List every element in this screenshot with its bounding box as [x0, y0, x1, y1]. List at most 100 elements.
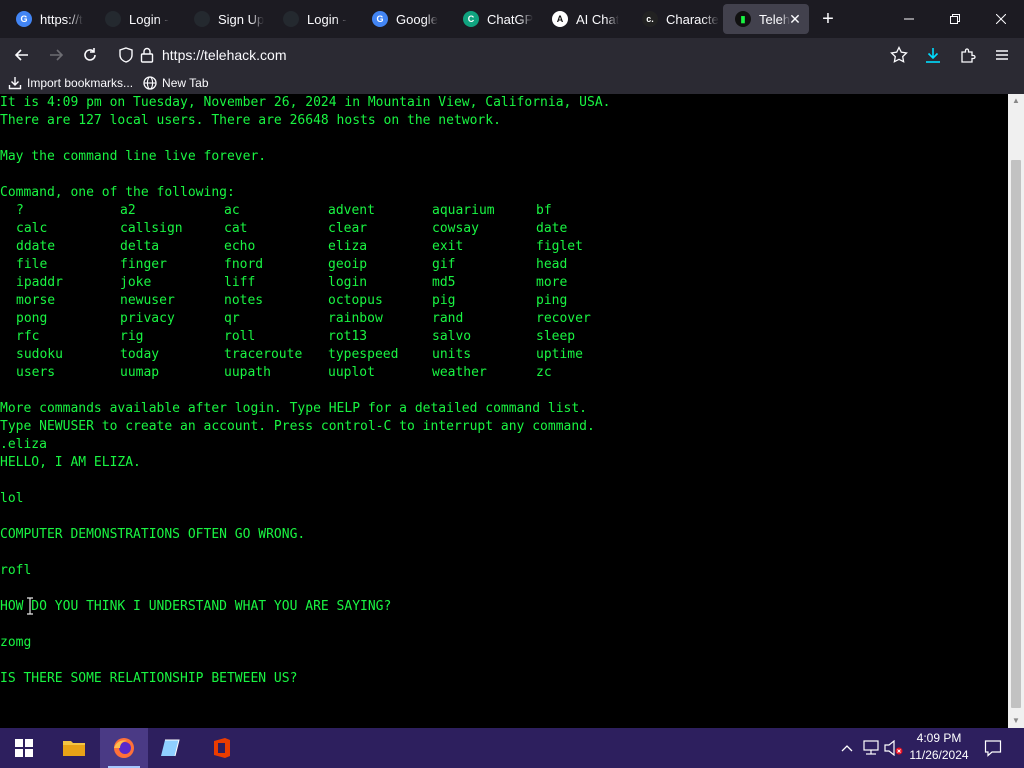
system-clock[interactable]: 4:09 PM 11/26/2024	[905, 730, 973, 766]
scroll-up-arrow-icon[interactable]: ▲	[1008, 94, 1024, 108]
text-cursor-icon	[27, 597, 33, 615]
command-item: figlet	[536, 239, 583, 254]
github-icon	[283, 11, 299, 27]
chevron-up-icon	[841, 745, 853, 752]
command-item: calc	[16, 221, 48, 236]
puzzle-icon	[961, 48, 976, 63]
restore-icon	[950, 14, 960, 24]
restore-button[interactable]	[932, 0, 978, 38]
terminal-line: rofl	[0, 563, 32, 578]
start-button[interactable]	[0, 728, 48, 768]
github-icon	[194, 11, 210, 27]
command-item: units	[432, 347, 472, 362]
office-icon	[214, 738, 230, 758]
bookmark-star-button[interactable]	[885, 41, 913, 69]
command-item: ddate	[16, 239, 56, 254]
volume-button[interactable]	[883, 728, 905, 768]
tab-2[interactable]: Login -	[93, 4, 178, 34]
command-item: pong	[16, 311, 48, 326]
tab-label: Login -	[307, 11, 347, 27]
new-tab-button[interactable]: +	[815, 8, 841, 32]
scroll-down-arrow-icon[interactable]: ▼	[1008, 714, 1024, 728]
arrow-right-icon	[50, 49, 64, 61]
downloads-button[interactable]	[919, 41, 947, 69]
command-item: notes	[224, 293, 264, 308]
tab-label: https://t	[40, 11, 83, 27]
terminal-line: Command, one of the following:	[0, 185, 235, 200]
tab-5[interactable]: G Google	[360, 4, 447, 34]
tab-4[interactable]: Login -	[271, 4, 356, 34]
command-item: gif	[432, 257, 456, 272]
github-icon	[105, 11, 121, 27]
tab-label: Login -	[129, 11, 169, 27]
office-button[interactable]	[198, 728, 246, 768]
tab-label: Characte	[666, 11, 719, 27]
command-item: traceroute	[224, 347, 303, 362]
command-item: roll	[224, 329, 256, 344]
command-item: uuplot	[328, 365, 375, 380]
command-item: aquarium	[432, 203, 495, 218]
clock-date: 11/26/2024	[909, 748, 969, 762]
firefox-taskbar-button[interactable]	[100, 728, 148, 768]
close-tab-icon[interactable]: ✕	[787, 11, 803, 27]
close-window-button[interactable]	[978, 0, 1024, 38]
tab-6[interactable]: C ChatGP	[451, 4, 536, 34]
tab-label: Google	[396, 11, 438, 27]
command-item: a2	[120, 203, 136, 218]
tab-8[interactable]: c. Characte	[630, 4, 719, 34]
command-item: newuser	[120, 293, 175, 308]
command-item: typespeed	[328, 347, 399, 362]
tab-7[interactable]: A AI Chat	[540, 4, 626, 34]
command-item: delta	[120, 239, 160, 254]
scrollbar[interactable]: ▲ ▼	[1008, 94, 1024, 728]
command-item: joke	[120, 275, 152, 290]
google-icon: G	[372, 11, 388, 27]
command-item: qr	[224, 311, 240, 326]
back-button[interactable]	[8, 41, 36, 69]
command-item: md5	[432, 275, 456, 290]
extensions-button[interactable]	[954, 41, 982, 69]
tab-9[interactable]: ▮ Teleh ✕	[723, 4, 809, 34]
reload-button[interactable]	[76, 41, 104, 69]
minimize-button[interactable]	[886, 0, 932, 38]
command-item: rainbow	[328, 311, 383, 326]
command-item: geoip	[328, 257, 368, 272]
forward-button[interactable]	[42, 41, 70, 69]
close-icon	[996, 14, 1006, 24]
chatgpt-icon: C	[463, 11, 479, 27]
command-item: bf	[536, 203, 552, 218]
notification-icon	[984, 740, 1002, 757]
url-text: https://telehack.com	[162, 47, 287, 63]
show-hidden-icons-button[interactable]	[838, 728, 856, 768]
windows-taskbar: 4:09 PM 11/26/2024	[0, 728, 1024, 768]
notepad-icon	[161, 739, 180, 757]
google-icon: G	[16, 11, 32, 27]
minimize-icon	[904, 18, 914, 20]
notepad-button[interactable]	[148, 728, 196, 768]
notifications-button[interactable]	[978, 728, 1008, 768]
hamburger-menu-icon	[996, 50, 1008, 60]
bookmark-label: Import bookmarks...	[27, 76, 134, 90]
scrollbar-thumb[interactable]	[1011, 160, 1021, 708]
terminal-line: There are 127 local users. There are 266…	[0, 113, 501, 128]
command-item: salvo	[432, 329, 472, 344]
globe-icon	[143, 76, 157, 90]
new-tab-bookmark[interactable]: New Tab	[143, 76, 209, 90]
command-item: exit	[432, 239, 464, 254]
terminal-line: Type NEWUSER to create an account. Press…	[0, 419, 595, 434]
network-button[interactable]	[860, 728, 882, 768]
file-explorer-button[interactable]	[50, 728, 98, 768]
command-item: rand	[432, 311, 464, 326]
command-item: eliza	[328, 239, 368, 254]
import-bookmarks-item[interactable]: Import bookmarks...	[8, 76, 133, 90]
tab-bar: Ghttps://t Login - Sign Up Login - G Google…	[0, 0, 1024, 38]
telehack-terminal[interactable]: It is 4:09 pm on Tuesday, November 26, 2…	[0, 94, 1008, 728]
terminal-line: .eliza	[0, 437, 47, 452]
command-item: cat	[224, 221, 248, 236]
command-item: uumap	[120, 365, 160, 380]
tab-3[interactable]: Sign Up	[182, 4, 267, 34]
network-icon	[863, 740, 879, 755]
menu-button[interactable]	[988, 41, 1016, 69]
address-bar[interactable]: https://telehack.com	[110, 42, 880, 68]
tab-1[interactable]: Ghttps://t	[4, 4, 89, 34]
